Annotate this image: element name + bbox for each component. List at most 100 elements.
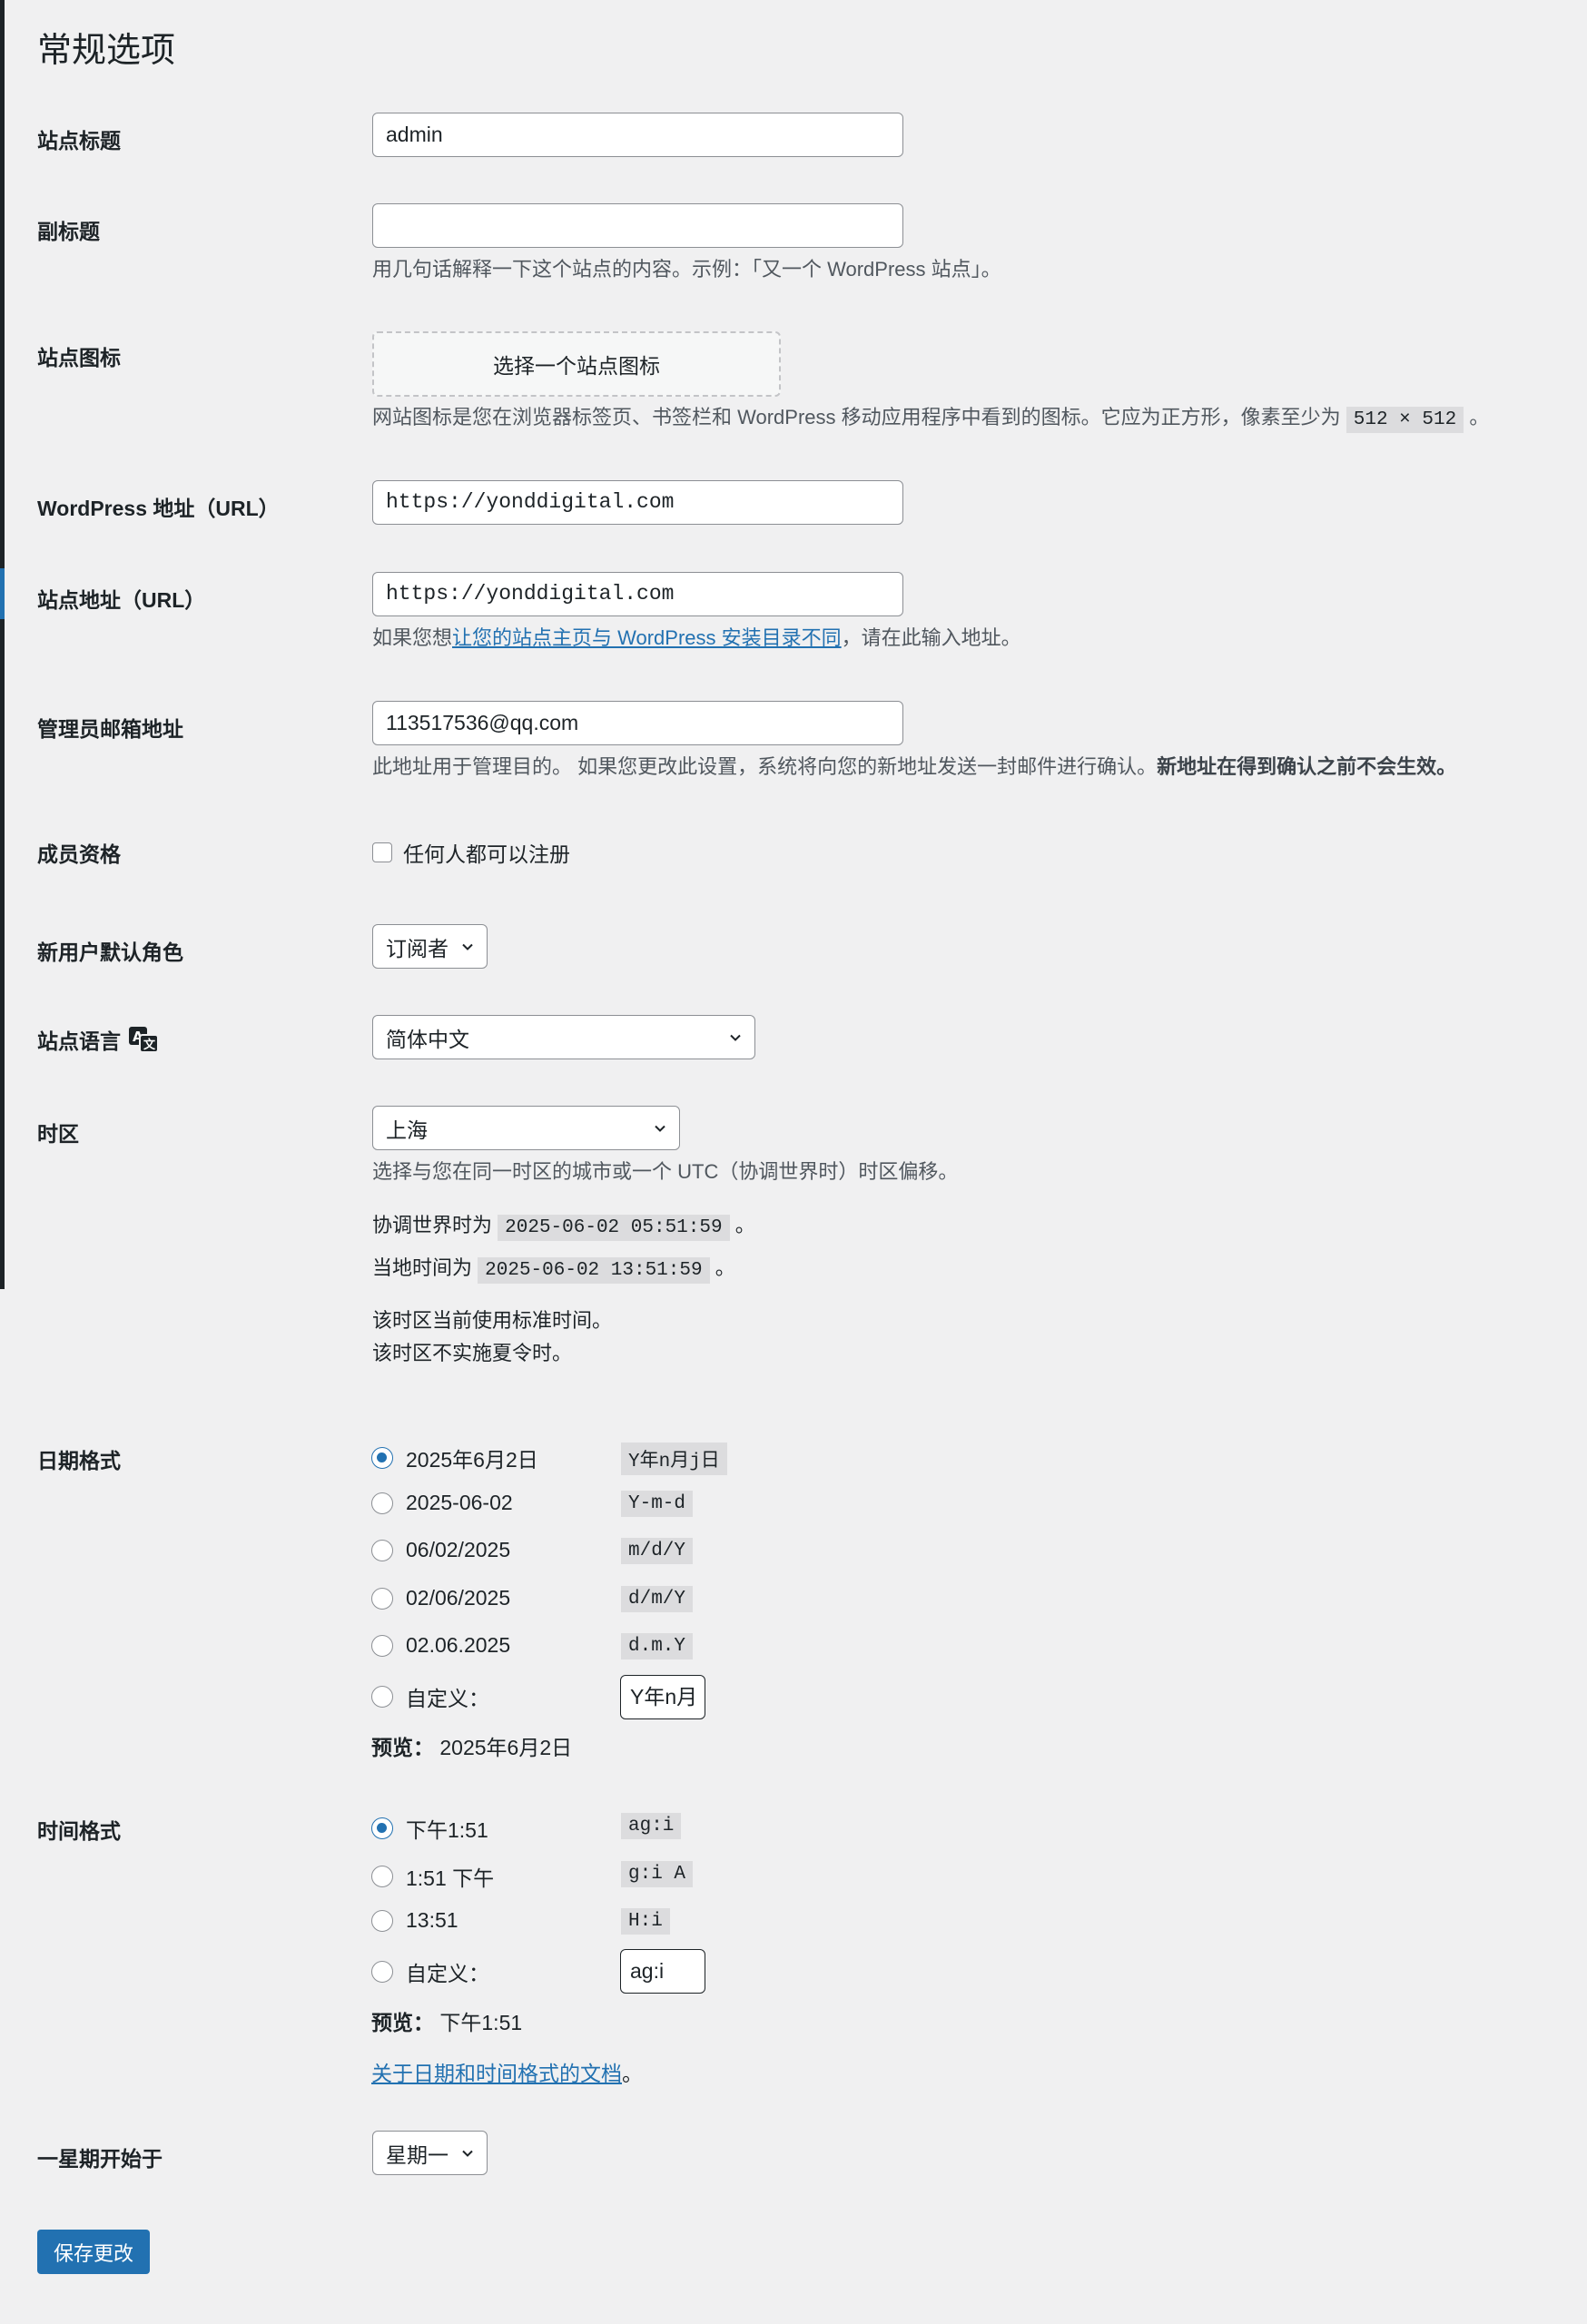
date-format-radio[interactable] — [371, 1539, 393, 1561]
local-period: 。 — [715, 1256, 735, 1279]
time-format-custom-input[interactable]: ag:i — [620, 1949, 705, 1994]
date-format-option[interactable]: 02.06.2025 — [371, 1633, 510, 1658]
date-format-preview: 预览： 2025年6月2日 — [371, 1730, 572, 1761]
tagline-description: 用几句话解释一下这个站点的内容。示例：「又一个 WordPress 站点」。 — [372, 258, 1001, 281]
time-format-custom-radio[interactable] — [371, 1961, 393, 1983]
time-format-option-label: 下午1:51 — [406, 1818, 488, 1842]
default-role-select[interactable]: 订阅者 — [372, 924, 488, 969]
anyone-can-register-checkbox[interactable] — [372, 842, 392, 862]
time-format-radio[interactable] — [371, 1866, 393, 1887]
time-preview-value: 下午1:51 — [439, 2011, 523, 2034]
utc-period: 。 — [734, 1214, 755, 1236]
date-format-option[interactable]: 06/02/2025 — [371, 1538, 510, 1562]
choose-site-icon-button[interactable]: 选择一个站点图标 — [372, 331, 781, 397]
timezone-description: 选择与您在同一时区的城市或一个 UTC（协调世界时）时区偏移。 — [372, 1160, 959, 1183]
site-url-desc-prefix: 如果您想 — [372, 626, 453, 649]
timezone-select[interactable]: 上海 — [372, 1106, 680, 1150]
chevron-down-icon — [655, 1125, 665, 1132]
default-role-value: 订阅者 — [386, 936, 448, 960]
time-format-option[interactable]: 1:51 下午 — [371, 1861, 494, 1892]
date-format-label: 日期格式 — [37, 1449, 121, 1472]
format-docs-suffix: 。 — [622, 2062, 643, 2085]
site-language-label-wrap: 站点语言 A 文 — [37, 1024, 159, 1055]
admin-email-desc-bold: 新地址在得到确认之前不会生效。 — [1157, 755, 1457, 778]
chevron-down-icon — [462, 2150, 473, 2157]
site-url-input[interactable]: https://yonddigital.com — [372, 572, 903, 616]
timezone-label: 时区 — [37, 1122, 79, 1146]
timezone-value: 上海 — [386, 1118, 428, 1142]
date-format-option-label: 02.06.2025 — [406, 1633, 511, 1657]
anyone-can-register-label: 任何人都可以注册 — [403, 842, 570, 866]
icon-size-code: 512 × 512 — [1346, 407, 1464, 433]
wp-url-input[interactable]: https://yonddigital.com — [372, 480, 903, 525]
tagline-label: 副标题 — [37, 220, 100, 243]
date-format-option-label: 02/06/2025 — [406, 1586, 511, 1610]
time-format-option[interactable]: 下午1:51 — [371, 1813, 488, 1844]
local-time-line: 当地时间为 2025-06-02 13:51:59 。 — [372, 1252, 735, 1284]
date-format-radio[interactable] — [371, 1447, 393, 1469]
utc-time-line: 协调世界时为 2025-06-02 05:51:59 。 — [372, 1209, 755, 1241]
chevron-down-icon — [462, 943, 473, 950]
save-changes-button[interactable]: 保存更改 — [37, 2230, 151, 2274]
date-format-radio[interactable] — [371, 1492, 393, 1514]
site-language-value: 简体中文 — [386, 1027, 469, 1051]
admin-email-desc-text: 此地址用于管理目的。 如果您更改此设置，系统将向您的新地址发送一封邮件进行确认。 — [372, 755, 1158, 778]
date-format-option-label: 06/02/2025 — [406, 1538, 511, 1561]
date-format-custom-option[interactable]: 自定义： — [371, 1681, 489, 1712]
time-format-code: ag:i — [621, 1813, 682, 1839]
time-format-radio[interactable] — [371, 1817, 393, 1839]
week-start-value: 星期一 — [386, 2142, 448, 2167]
time-format-radio[interactable] — [371, 1909, 393, 1932]
format-docs-link[interactable]: 关于日期和时间格式的文档 — [371, 2062, 622, 2085]
time-format-option[interactable]: 13:51 — [371, 1908, 458, 1933]
date-format-option[interactable]: 02/06/2025 — [371, 1586, 510, 1610]
date-format-custom-input[interactable]: Y年n月 — [620, 1675, 705, 1719]
site-language-label: 站点语言 — [37, 1029, 121, 1053]
time-format-label: 时间格式 — [37, 1819, 121, 1843]
site-icon-desc-text: 网站图标是您在浏览器标签页、书签栏和 WordPress 移动应用程序中看到的图… — [372, 406, 1341, 428]
format-docs: 关于日期和时间格式的文档。 — [371, 2056, 643, 2087]
utc-time-code: 2025-06-02 05:51:59 — [498, 1215, 730, 1241]
site-url-desc-suffix: ，请在此输入地址。 — [841, 626, 1021, 649]
week-start-select[interactable]: 星期一 — [372, 2131, 488, 2175]
separate-home-link[interactable]: 让您的站点主页与 WordPress 安装目录不同 — [452, 626, 842, 649]
active-menu-indicator — [0, 568, 5, 619]
site-icon-label: 站点图标 — [37, 346, 121, 369]
date-format-code: d/m/Y — [621, 1586, 694, 1612]
local-prefix: 当地时间为 — [372, 1256, 473, 1279]
site-language-select[interactable]: 简体中文 — [372, 1015, 755, 1059]
date-format-option-label: 2025-06-02 — [406, 1491, 513, 1514]
admin-sidebar-edge — [0, 0, 5, 1289]
date-format-code: d.m.Y — [621, 1633, 694, 1659]
tagline-input[interactable] — [372, 203, 903, 248]
date-preview-label: 预览： — [371, 1736, 434, 1759]
date-format-custom-radio[interactable] — [371, 1686, 393, 1708]
site-title-label: 站点标题 — [37, 129, 121, 153]
time-format-code: g:i A — [621, 1861, 694, 1887]
membership-label: 成员资格 — [37, 842, 121, 866]
utc-prefix: 协调世界时为 — [372, 1214, 493, 1236]
date-format-code: Y年n月j日 — [621, 1443, 727, 1475]
date-format-radio[interactable] — [371, 1634, 393, 1657]
time-preview-label: 预览： — [371, 2011, 434, 2034]
date-format-custom-label: 自定义： — [406, 1687, 489, 1710]
time-format-code: H:i — [621, 1908, 670, 1935]
time-format-preview: 预览： 下午1:51 — [371, 2005, 522, 2036]
time-format-custom-option[interactable]: 自定义： — [371, 1956, 489, 1987]
time-format-custom-label: 自定义： — [406, 1962, 489, 1985]
date-format-option-label: 2025年6月2日 — [406, 1448, 538, 1472]
date-format-radio[interactable] — [371, 1587, 393, 1610]
site-title-input[interactable]: admin — [372, 113, 903, 157]
site-icon-description: 网站图标是您在浏览器标签页、书签栏和 WordPress 移动应用程序中看到的图… — [372, 404, 1489, 434]
site-url-description: 如果您想让您的站点主页与 WordPress 安装目录不同，请在此输入地址。 — [372, 625, 1021, 652]
local-time-code: 2025-06-02 13:51:59 — [478, 1257, 710, 1284]
date-format-code: Y-m-d — [621, 1491, 694, 1517]
time-format-option-label: 13:51 — [406, 1908, 458, 1932]
timezone-notes: 该时区当前使用标准时间。 该时区不实施夏令时。 — [372, 1305, 612, 1370]
dst-note: 该时区不实施夏令时。 — [372, 1342, 573, 1364]
admin-email-input[interactable]: 113517536@qq.com — [372, 701, 903, 745]
date-format-option[interactable]: 2025年6月2日 — [371, 1443, 538, 1473]
admin-email-label: 管理员邮箱地址 — [37, 717, 183, 741]
svg-text:文: 文 — [143, 1038, 156, 1052]
date-format-option[interactable]: 2025-06-02 — [371, 1491, 513, 1515]
